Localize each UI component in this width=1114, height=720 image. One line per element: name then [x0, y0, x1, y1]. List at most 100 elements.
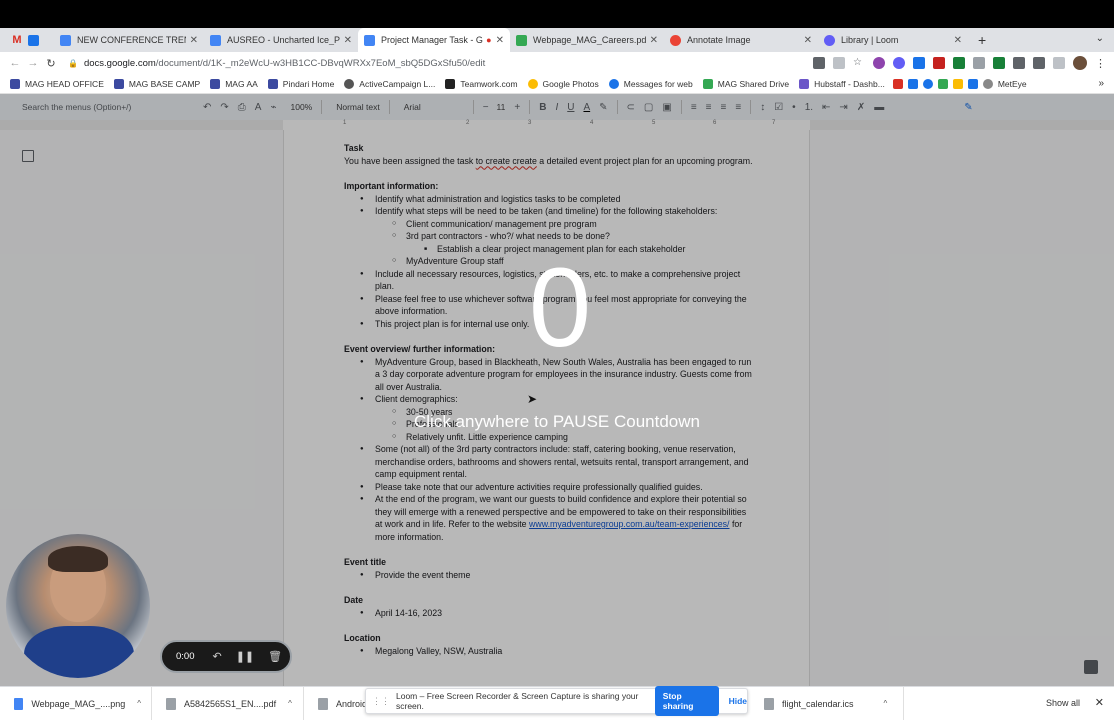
- chevron-up-icon[interactable]: ^: [288, 699, 292, 708]
- bookmark-mag-shared-drive[interactable]: MAG Shared Drive: [702, 78, 790, 89]
- loom-extension-icon[interactable]: [893, 57, 905, 69]
- bookmark-icon: [344, 78, 355, 89]
- url-path: /document/d/1K-_m2eWcU-w3HB1CC-DBvqWRXx7…: [155, 57, 486, 69]
- close-tab-icon[interactable]: ✕: [650, 35, 658, 46]
- star-icon[interactable]: ☆: [853, 57, 865, 69]
- tab-ausreo[interactable]: AUSREO - Uncharted Ice_Prop ✕: [204, 28, 358, 52]
- show-all-button[interactable]: Show all: [1046, 698, 1080, 708]
- browser-menu-icon[interactable]: ⋮: [1095, 57, 1106, 70]
- bookmark-icon: [702, 78, 713, 89]
- bookmark-icon: [922, 78, 933, 89]
- bookmark-label: MAG AA: [225, 78, 258, 89]
- share-icon[interactable]: [833, 57, 845, 69]
- close-tab-icon[interactable]: ✕: [804, 35, 812, 46]
- forward-button[interactable]: →: [24, 57, 42, 69]
- tab-title: NEW CONFERENCE TRENDS F: [77, 35, 186, 45]
- camera-icon[interactable]: [813, 57, 825, 69]
- tab-webpage-careers[interactable]: Webpage_MAG_Careers.pdf ✕: [510, 28, 664, 52]
- reload-button[interactable]: ↻: [42, 57, 60, 70]
- bookmark-teamwork[interactable]: Teamwork.com: [445, 78, 518, 89]
- tab-title: AUSREO - Uncharted Ice_Prop: [227, 35, 340, 45]
- bookmark-activecampaign[interactable]: ActiveCampaign L...: [344, 78, 436, 89]
- tab-search-icon[interactable]: ⌄: [1096, 33, 1104, 44]
- mouse-cursor-icon: ➤: [527, 392, 538, 406]
- bookmark-icon: [967, 78, 978, 89]
- calendar-icon: [28, 34, 39, 46]
- browser-tab-strip: M NEW CONFERENCE TRENDS F ✕ AUSREO - Unc…: [0, 28, 1114, 52]
- close-tab-icon[interactable]: ✕: [344, 35, 352, 46]
- bookmark-label: MetEye: [997, 78, 1027, 89]
- new-tab-button[interactable]: +: [978, 32, 986, 48]
- delete-icon[interactable]: 🗑: [268, 650, 282, 663]
- bookmark-mag-aa[interactable]: MAG AA: [210, 78, 258, 89]
- screen-top-bar: [0, 0, 1114, 28]
- bookmark-gmail[interactable]: [892, 78, 908, 89]
- hide-button[interactable]: Hide: [729, 696, 747, 706]
- back-button[interactable]: ←: [6, 57, 24, 69]
- docs-icon: [364, 34, 375, 46]
- close-tab-icon[interactable]: ✕: [496, 35, 504, 46]
- extensions-bar: ☆ ⋮: [813, 52, 1114, 74]
- puzzle-icon[interactable]: [1033, 57, 1045, 69]
- drag-handle-icon[interactable]: ⋮⋮: [372, 696, 390, 707]
- download-item[interactable]: Webpage_MAG_....png ^: [0, 686, 152, 720]
- bookmark-icon: [952, 78, 963, 89]
- tab-annotate-image[interactable]: Annotate Image ✕: [664, 28, 818, 52]
- bookmark-extra[interactable]: [967, 78, 983, 89]
- extension-icon[interactable]: [873, 57, 885, 69]
- screen-share-bar: ⋮⋮ Loom – Free Screen Recorder & Screen …: [365, 686, 748, 716]
- stop-sharing-button[interactable]: Stop sharing: [654, 686, 719, 716]
- download-item[interactable]: flight_calendar.ics ^: [750, 686, 904, 720]
- annotate-icon: [670, 34, 681, 46]
- bookmark-label: ActiveCampaign L...: [359, 78, 436, 89]
- chevron-up-icon[interactable]: ^: [884, 699, 888, 708]
- close-icon[interactable]: ✕: [1095, 696, 1104, 709]
- bookmark-meteye[interactable]: MetEye: [982, 78, 1027, 89]
- bookmark-messages[interactable]: Messages for web: [608, 78, 693, 89]
- gmail-icon: [892, 78, 903, 89]
- pause-icon[interactable]: ❚❚: [236, 650, 254, 663]
- bookmark-label: Teamwork.com: [460, 78, 518, 89]
- tab-conference-trends[interactable]: NEW CONFERENCE TRENDS F ✕: [54, 28, 204, 52]
- bookmark-mag-head-office[interactable]: MAG HEAD OFFICE: [10, 78, 104, 89]
- download-item[interactable]: A5842565S1_EN....pdf ^: [152, 686, 304, 720]
- close-tab-icon[interactable]: ✕: [190, 35, 198, 46]
- camera-bubble[interactable]: [6, 534, 150, 678]
- url-field[interactable]: 🔒 docs.google.com/document/d/1K-_m2eWcU-…: [68, 58, 485, 69]
- pause-countdown-text[interactable]: Click anywhere to PAUSE Countdown: [357, 412, 757, 432]
- profile-avatar[interactable]: [1073, 56, 1087, 70]
- drive-icon: [937, 78, 948, 89]
- restart-icon[interactable]: ↶: [213, 650, 222, 663]
- close-tab-icon[interactable]: ✕: [954, 35, 962, 46]
- webcam-hair: [48, 546, 108, 572]
- tab-calendar[interactable]: [22, 28, 44, 52]
- bookmark-drive[interactable]: [937, 78, 953, 89]
- bookmark-keep[interactable]: [952, 78, 968, 89]
- bookmark-icon: [608, 78, 619, 89]
- bookmark-label: MAG Shared Drive: [717, 78, 790, 89]
- bookmark-mag-base-camp[interactable]: MAG BASE CAMP: [113, 78, 200, 89]
- bookmark-google-photos[interactable]: Google Photos: [527, 78, 599, 89]
- extension-icon[interactable]: [1013, 57, 1025, 69]
- extension-icon[interactable]: [953, 57, 965, 69]
- bookmark-icon: [982, 78, 993, 89]
- bookmark-calendar[interactable]: [907, 78, 923, 89]
- file-icon: [166, 697, 176, 710]
- chevron-up-icon[interactable]: ^: [137, 699, 141, 708]
- sidepanel-icon[interactable]: [1053, 57, 1065, 69]
- extension-icon[interactable]: [933, 57, 945, 69]
- bookmark-hubstaff[interactable]: Hubstaff - Dashb...: [799, 78, 885, 89]
- bookmarks-more-icon[interactable]: »: [1098, 78, 1104, 89]
- extension-icon[interactable]: [913, 57, 925, 69]
- tab-gmail[interactable]: M: [0, 28, 22, 52]
- extension-icon[interactable]: [973, 57, 985, 69]
- download-filename: Webpage_MAG_....png: [31, 698, 126, 709]
- countdown-overlay[interactable]: [0, 94, 1114, 686]
- bookmark-pindari-home[interactable]: Pindari Home: [267, 78, 334, 89]
- download-icon[interactable]: [993, 57, 1005, 69]
- docs-icon: [60, 34, 71, 46]
- tab-loom-library[interactable]: Library | Loom ✕: [818, 28, 968, 52]
- docs-icon: [210, 34, 221, 46]
- tab-project-manager-task[interactable]: Project Manager Task - Go ● ✕: [358, 28, 510, 52]
- bookmark-extra[interactable]: [922, 78, 938, 89]
